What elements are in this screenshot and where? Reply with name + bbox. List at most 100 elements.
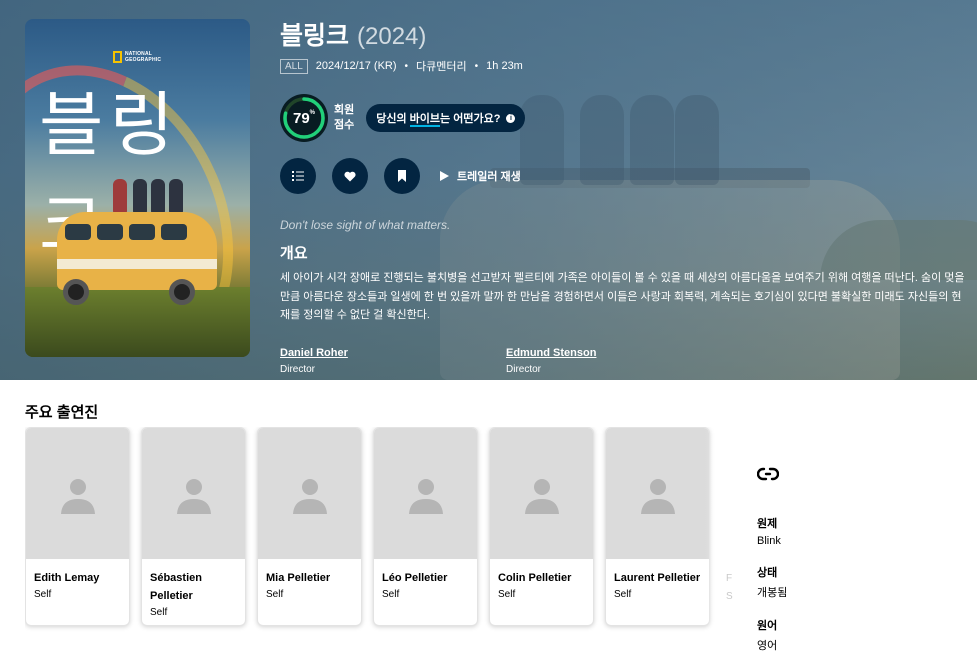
release-year: (2024) xyxy=(357,23,427,50)
cast-character: Self xyxy=(498,589,516,600)
cast-name[interactable]: Edith Lemay xyxy=(26,559,129,587)
fact-value: 개봉됨 xyxy=(757,587,788,599)
poster-figure xyxy=(151,179,165,213)
cast-card[interactable]: Colin Pelletier Self xyxy=(489,427,594,626)
cast-name[interactable]: Colin Pelletier xyxy=(490,559,593,587)
poster-van-wheel xyxy=(169,279,195,305)
favorite-button[interactable] xyxy=(332,158,368,194)
cast-character: Self xyxy=(382,589,400,600)
fact-key: 원제 xyxy=(757,518,778,530)
crew-member: Edmund Stenson Director xyxy=(506,347,732,375)
poster-van-window xyxy=(129,224,155,240)
link-icon[interactable] xyxy=(756,466,780,482)
cast-card[interactable]: Léo Pelletier Self xyxy=(373,427,478,626)
person-icon xyxy=(524,478,559,514)
partial-cast-name: F xyxy=(726,573,733,584)
poster-figure xyxy=(133,179,147,213)
info-icon: i xyxy=(506,113,516,123)
cast-character: Self xyxy=(266,589,284,600)
certification-badge: ALL xyxy=(280,58,308,74)
crew-list: Daniel Roher Director Edmund Stenson Dir… xyxy=(280,347,970,375)
action-bar: 트레일러 재생 xyxy=(280,158,970,194)
fact-key: 원어 xyxy=(757,620,778,632)
tagline: Don't lose sight of what matters. xyxy=(280,218,451,232)
poster-van-window xyxy=(161,224,187,240)
poster-figure xyxy=(113,179,127,213)
score-label: 회원 점수 xyxy=(334,103,354,133)
cast-character: Self xyxy=(614,589,632,600)
profile-placeholder[interactable] xyxy=(490,428,593,559)
poster-van-stripe xyxy=(57,259,217,269)
profile-placeholder[interactable] xyxy=(374,428,477,559)
fact-status: 상태 개봉됨 xyxy=(757,564,957,600)
play-trailer-button[interactable]: 트레일러 재생 xyxy=(440,168,521,184)
add-to-list-button[interactable] xyxy=(280,158,316,194)
poster-figure xyxy=(169,179,183,213)
scroll-fade xyxy=(705,427,745,642)
person-icon xyxy=(408,478,443,514)
watchlist-button[interactable] xyxy=(384,158,420,194)
fact-key: 상태 xyxy=(757,567,778,579)
release-date: 2024/12/17 (KR) xyxy=(315,60,397,72)
cast-character: Self xyxy=(34,589,52,600)
cast-card[interactable]: Sébastien Pelletier Self xyxy=(141,427,246,626)
person-icon xyxy=(640,478,675,514)
poster-grass xyxy=(25,287,250,357)
person-icon xyxy=(60,478,95,514)
runtime: 1h 23m xyxy=(486,60,523,72)
genre-link[interactable]: 다큐멘터리 xyxy=(416,58,467,74)
user-score-chart[interactable]: 79% xyxy=(280,94,328,142)
poster-van-wheel xyxy=(63,279,89,305)
partial-cast-card: F S xyxy=(726,570,733,606)
separator-dot: • xyxy=(404,60,409,72)
title-row: 블링크 (2024) xyxy=(280,16,970,52)
overview-text: 세 아이가 시각 장애로 진행되는 불치병을 선고받자 펠르티에 가족은 아이들… xyxy=(280,272,965,321)
list-icon xyxy=(292,171,304,181)
person-icon xyxy=(292,478,327,514)
logo-text-line2: GEOGRAPHIC xyxy=(125,57,162,63)
logo-frame-icon xyxy=(113,51,122,63)
movie-title[interactable]: 블링크 xyxy=(280,16,349,52)
score-label-line2: 점수 xyxy=(334,119,355,131)
poster-image[interactable]: NATIONAL GEOGRAPHIC 블링크 xyxy=(25,19,250,357)
crew-job: Director xyxy=(280,363,316,375)
movie-info: 블링크 (2024) ALL 2024/12/17 (KR) • 다큐멘터리 •… xyxy=(280,16,970,375)
crew-name-link[interactable]: Daniel Roher xyxy=(280,347,506,359)
cast-card[interactable]: Edith Lemay Self xyxy=(25,427,130,626)
cast-name[interactable]: Laurent Pelletier xyxy=(606,559,709,587)
cast-card[interactable]: Mia Pelletier Self xyxy=(257,427,362,626)
crew-job: Director xyxy=(506,363,542,375)
profile-placeholder[interactable] xyxy=(606,428,709,559)
person-icon xyxy=(176,478,211,514)
fact-value: Blink xyxy=(757,535,781,547)
vibe-button[interactable]: 당신의 바이브는 어떤가요? i xyxy=(366,104,526,132)
fact-original-title: 원제 Blink xyxy=(757,515,957,547)
cast-character: Self xyxy=(150,607,168,618)
fact-value: 영어 xyxy=(757,640,778,652)
partial-cast-character: S xyxy=(726,591,733,602)
national-geographic-logo: NATIONAL GEOGRAPHIC xyxy=(113,51,161,63)
cast-heading: 주요 출연진 xyxy=(25,404,99,421)
profile-placeholder[interactable] xyxy=(142,428,245,559)
cast-card[interactable]: Laurent Pelletier Self xyxy=(605,427,710,626)
fact-original-language: 원어 영어 xyxy=(757,617,957,653)
facts-list: 원제 Blink 상태 개봉됨 원어 영어 xyxy=(757,515,957,653)
poster-van-window xyxy=(65,224,91,240)
poster-van-window xyxy=(97,224,123,240)
separator-dot: • xyxy=(474,60,479,72)
play-icon xyxy=(440,171,449,181)
crew-name-link[interactable]: Edmund Stenson xyxy=(506,347,732,359)
score-row: 79% 회원 점수 당신의 바이브는 어떤가요? i xyxy=(280,94,970,142)
movie-header: NATIONAL GEOGRAPHIC 블링크 블링크 (2024) ALL 2… xyxy=(0,0,977,380)
facts-sidebar: 원제 Blink 상태 개봉됨 원어 영어 xyxy=(756,466,957,670)
cast-name[interactable]: Mia Pelletier xyxy=(258,559,361,587)
cast-name[interactable]: Léo Pelletier xyxy=(374,559,477,587)
trailer-label: 트레일러 재생 xyxy=(457,171,521,183)
profile-placeholder[interactable] xyxy=(258,428,361,559)
score-value: 79% xyxy=(292,109,316,127)
cast-name[interactable]: Sébastien Pelletier xyxy=(142,559,245,605)
cast-scroller[interactable]: Edith Lemay Self Sébastien Pelletier Self Mi… xyxy=(25,427,725,642)
heart-icon xyxy=(344,171,356,181)
bookmark-icon xyxy=(398,170,406,182)
profile-placeholder[interactable] xyxy=(26,428,129,559)
